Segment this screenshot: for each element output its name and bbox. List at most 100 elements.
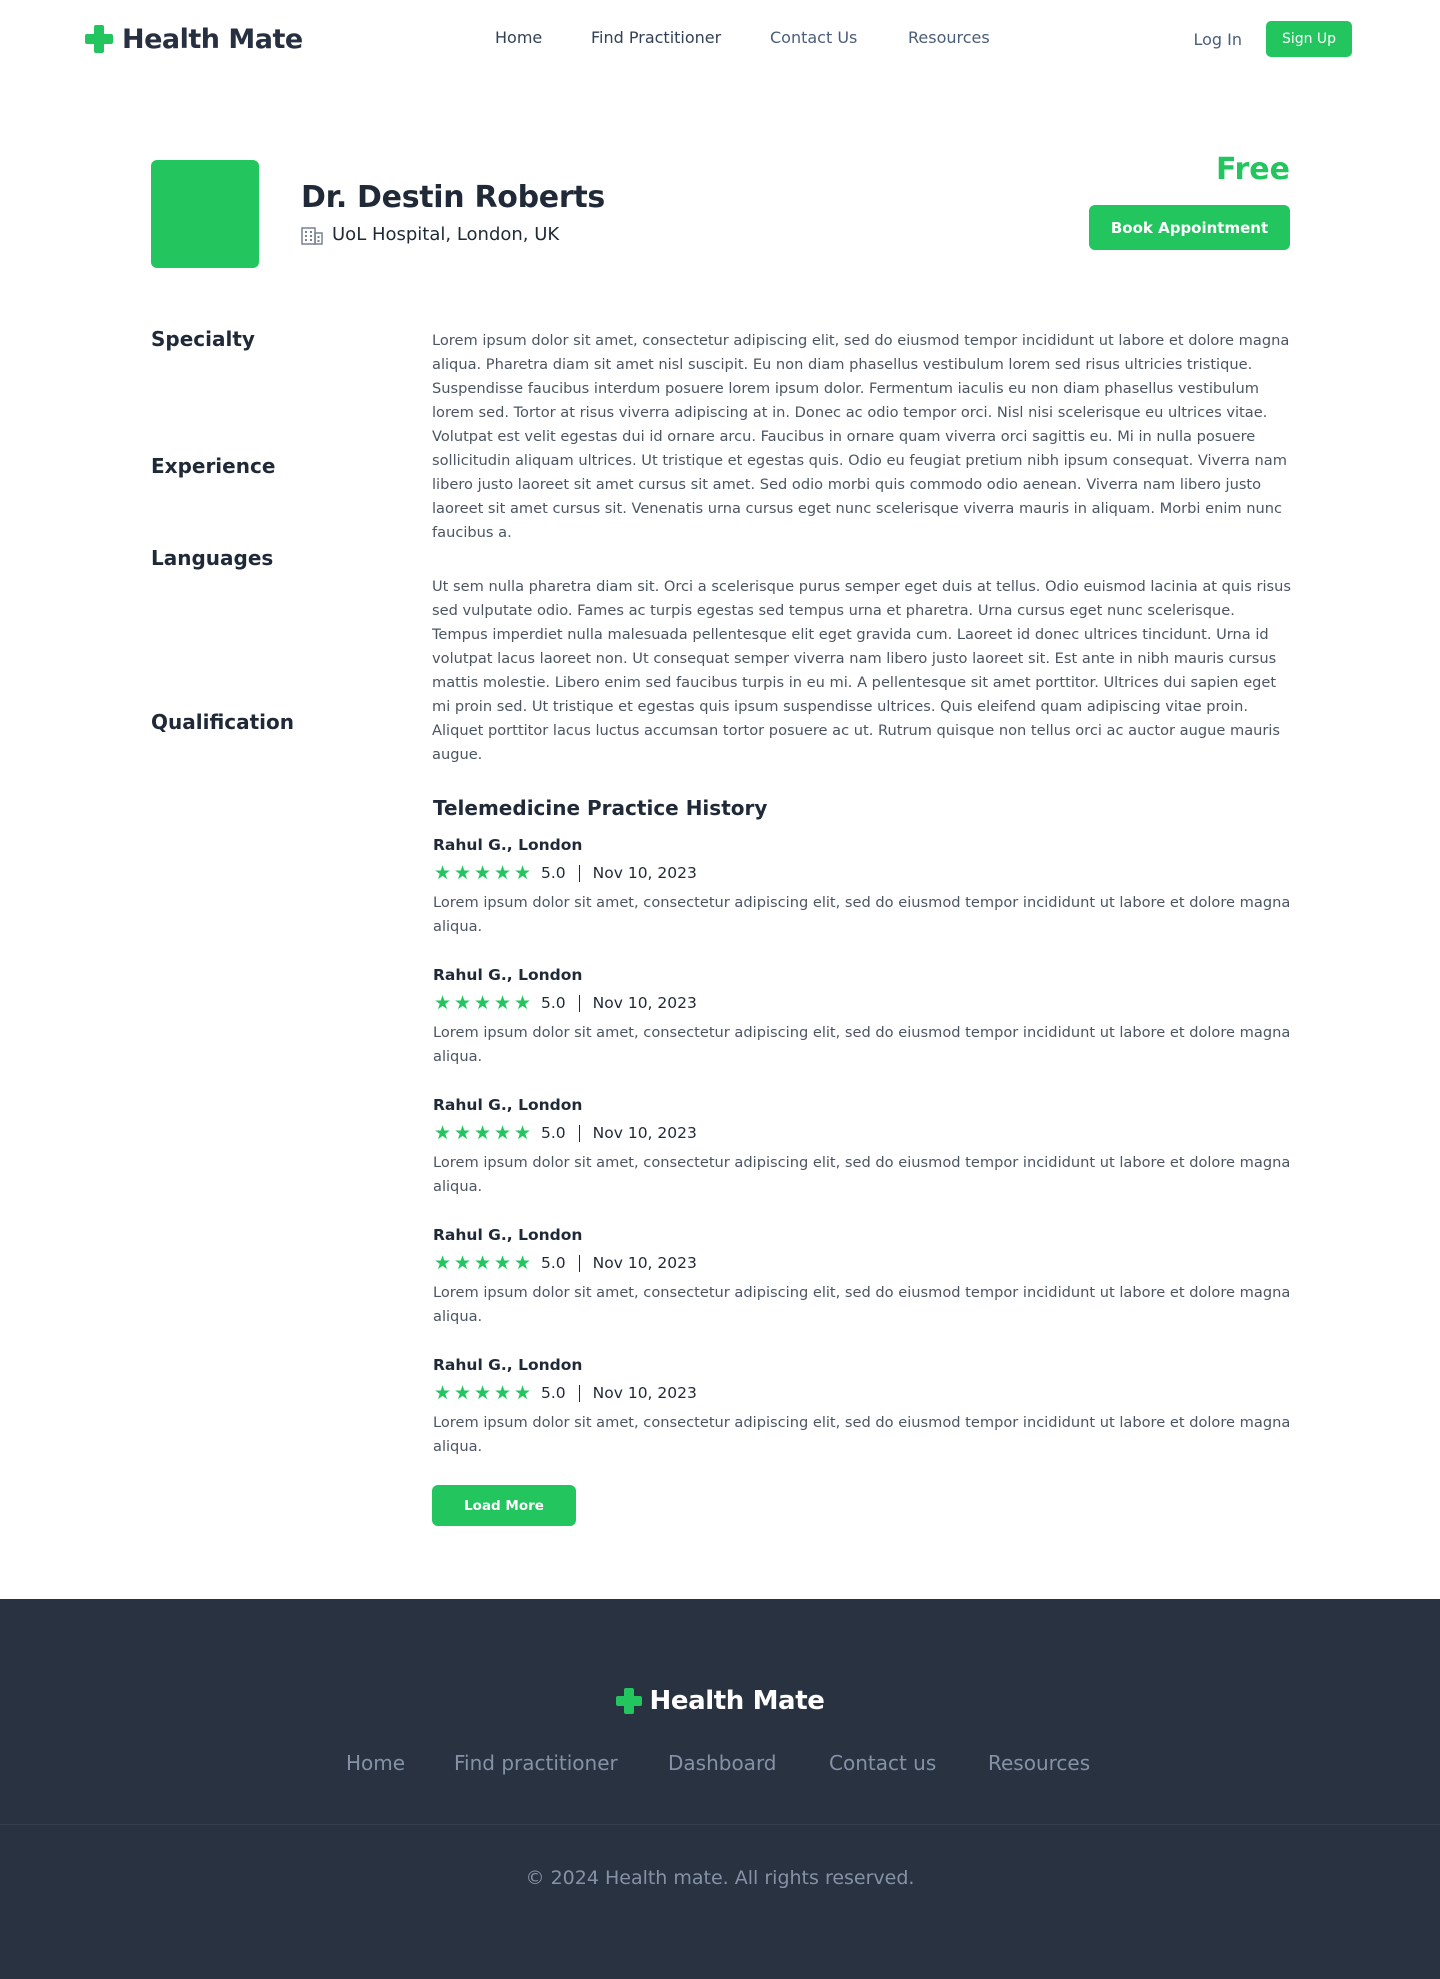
star-icon: ★ xyxy=(433,1122,452,1144)
star-icon: ★ xyxy=(473,1252,492,1274)
rating-value: 5.0 xyxy=(541,1124,566,1142)
signup-button[interactable]: Sign Up xyxy=(1266,21,1352,57)
review-date: Nov 10, 2023 xyxy=(592,1254,697,1272)
history-title: Telemedicine Practice History xyxy=(433,796,768,820)
divider xyxy=(578,1254,580,1272)
experience-label: Experience xyxy=(151,454,276,478)
nav-contact-us[interactable]: Contact Us xyxy=(770,28,857,47)
review-meta: ★ ★ ★ ★ ★ 5.0 Nov 10, 2023 xyxy=(433,1250,1293,1276)
star-icon: ★ xyxy=(433,1252,452,1274)
auth-controls: Log In Sign Up xyxy=(1193,21,1352,57)
star-icon: ★ xyxy=(493,1382,512,1404)
footer-link-resources[interactable]: Resources xyxy=(988,1751,1090,1775)
nav-find-practitioner[interactable]: Find Practitioner xyxy=(591,28,721,47)
building-icon xyxy=(301,226,323,245)
star-icon: ★ xyxy=(433,992,452,1014)
star-icon: ★ xyxy=(493,1252,512,1274)
review-item: Rahul G., London ★ ★ ★ ★ ★ 5.0 Nov 10, 2023 … xyxy=(433,836,1293,939)
review-date: Nov 10, 2023 xyxy=(592,994,697,1012)
footer-divider xyxy=(0,1824,1440,1825)
login-link[interactable]: Log In xyxy=(1193,30,1242,49)
review-text: Lorem ipsum dolor sit amet, consectetur … xyxy=(433,1414,1291,1455)
review-date: Nov 10, 2023 xyxy=(592,864,697,882)
divider xyxy=(578,1124,580,1142)
review-text: Lorem ipsum dolor sit amet, consectetur … xyxy=(433,1284,1291,1325)
star-icon: ★ xyxy=(493,1122,512,1144)
star-icon: ★ xyxy=(473,862,492,884)
star-icon: ★ xyxy=(513,992,532,1014)
review-meta: ★ ★ ★ ★ ★ 5.0 Nov 10, 2023 xyxy=(433,860,1293,886)
divider xyxy=(578,994,580,1012)
qualification-label: Qualification xyxy=(151,710,295,734)
rating-value: 5.0 xyxy=(541,1384,566,1402)
star-icon: ★ xyxy=(513,862,532,884)
review-item: Rahul G., London ★ ★ ★ ★ ★ 5.0 Nov 10, 2023 … xyxy=(433,1096,1293,1199)
review-meta: ★ ★ ★ ★ ★ 5.0 Nov 10, 2023 xyxy=(433,1120,1293,1146)
star-icon: ★ xyxy=(453,992,472,1014)
footer-link-contact-us[interactable]: Contact us xyxy=(829,1751,936,1775)
about-paragraph: Ut sem nulla pharetra diam sit. Orci a s… xyxy=(432,578,1291,763)
languages-label: Languages xyxy=(151,546,274,570)
review-text: Lorem ipsum dolor sit amet, consectetur … xyxy=(433,1024,1291,1065)
reviewer-name: Rahul G., London xyxy=(433,966,583,984)
footer-link-home[interactable]: Home xyxy=(346,1751,405,1775)
specialty-label: Specialty xyxy=(151,327,255,351)
footer-link-dashboard[interactable]: Dashboard xyxy=(668,1751,777,1775)
star-icon: ★ xyxy=(473,992,492,1014)
star-icon: ★ xyxy=(433,1382,452,1404)
hospital-location: UoL Hospital, London, UK xyxy=(301,224,559,245)
divider xyxy=(578,864,580,882)
about-paragraph: Lorem ipsum dolor sit amet, consectetur … xyxy=(432,332,1290,541)
plus-cross-icon xyxy=(615,1688,642,1714)
reviewer-name: Rahul G., London xyxy=(433,1356,583,1374)
star-rating: ★ ★ ★ ★ ★ xyxy=(433,1123,533,1143)
star-icon: ★ xyxy=(513,1122,532,1144)
nav-home[interactable]: Home xyxy=(495,28,542,47)
review-item: Rahul G., London ★ ★ ★ ★ ★ 5.0 Nov 10, 2023 … xyxy=(433,1226,1293,1329)
reviewer-name: Rahul G., London xyxy=(433,1096,583,1114)
star-rating: ★ ★ ★ ★ ★ xyxy=(433,1253,533,1273)
star-icon: ★ xyxy=(513,1382,532,1404)
star-icon: ★ xyxy=(513,1252,532,1274)
footer-logo[interactable]: Health Mate xyxy=(0,1686,1440,1716)
copyright-text: © 2024 Health mate. All rights reserved. xyxy=(525,1867,915,1889)
star-icon: ★ xyxy=(453,1382,472,1404)
reviewer-name: Rahul G., London xyxy=(433,836,583,854)
star-icon: ★ xyxy=(453,1122,472,1144)
review-item: Rahul G., London ★ ★ ★ ★ ★ 5.0 Nov 10, 2023 … xyxy=(433,1356,1293,1459)
review-text: Lorem ipsum dolor sit amet, consectetur … xyxy=(433,894,1291,935)
site-header: Health Mate Home Find Practitioner Conta… xyxy=(0,0,1440,78)
review-date: Nov 10, 2023 xyxy=(592,1124,697,1142)
footer-nav: Home Find practitioner Dashboard Contact… xyxy=(0,1751,1440,1779)
star-rating: ★ ★ ★ ★ ★ xyxy=(433,1383,533,1403)
doctor-avatar xyxy=(151,160,259,268)
hospital-text: UoL Hospital, London, UK xyxy=(332,224,560,245)
star-icon: ★ xyxy=(493,992,512,1014)
reviewer-name: Rahul G., London xyxy=(433,1226,583,1244)
footer-logo-text: Health Mate xyxy=(649,1686,825,1716)
consultation-price: Free xyxy=(1215,152,1290,187)
star-icon: ★ xyxy=(473,1382,492,1404)
star-rating: ★ ★ ★ ★ ★ xyxy=(433,863,533,883)
review-item: Rahul G., London ★ ★ ★ ★ ★ 5.0 Nov 10, 2023 … xyxy=(433,966,1293,1069)
load-more-button[interactable]: Load More xyxy=(432,1485,576,1526)
rating-value: 5.0 xyxy=(541,864,566,882)
star-icon: ★ xyxy=(453,1252,472,1274)
doctor-name: Dr. Destin Roberts xyxy=(301,180,605,215)
review-text: Lorem ipsum dolor sit amet, consectetur … xyxy=(433,1154,1291,1195)
review-date: Nov 10, 2023 xyxy=(592,1384,697,1402)
divider xyxy=(578,1384,580,1402)
rating-value: 5.0 xyxy=(541,994,566,1012)
site-footer: Health Mate Home Find practitioner Dashb… xyxy=(0,1599,1440,1979)
star-icon: ★ xyxy=(473,1122,492,1144)
star-icon: ★ xyxy=(493,862,512,884)
star-rating: ★ ★ ★ ★ ★ xyxy=(433,993,533,1013)
book-appointment-button[interactable]: Book Appointment xyxy=(1089,205,1290,250)
review-meta: ★ ★ ★ ★ ★ 5.0 Nov 10, 2023 xyxy=(433,1380,1293,1406)
nav-resources[interactable]: Resources xyxy=(908,28,990,47)
review-meta: ★ ★ ★ ★ ★ 5.0 Nov 10, 2023 xyxy=(433,990,1293,1016)
footer-link-find-practitioner[interactable]: Find practitioner xyxy=(454,1751,618,1775)
star-icon: ★ xyxy=(453,862,472,884)
rating-value: 5.0 xyxy=(541,1254,566,1272)
star-icon: ★ xyxy=(433,862,452,884)
